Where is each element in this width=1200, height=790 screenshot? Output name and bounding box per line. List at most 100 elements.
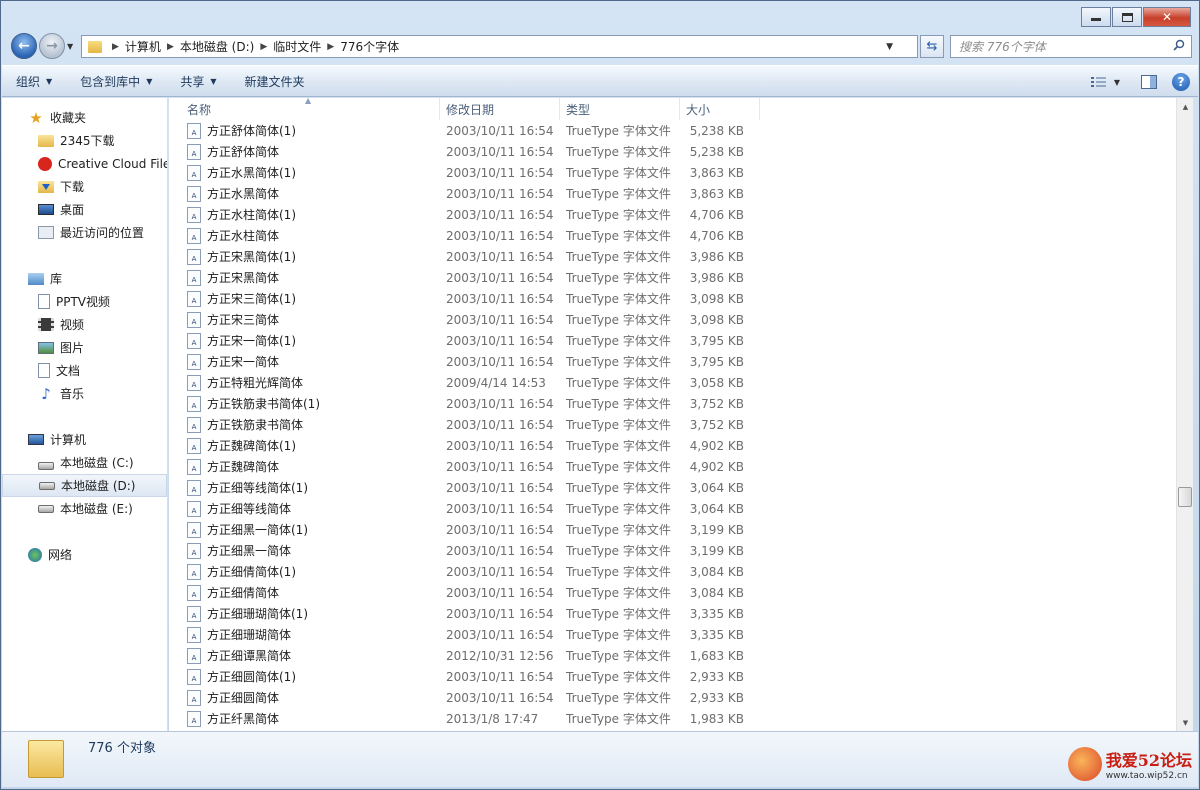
file-name-cell[interactable]: A 方正细等线简体(1)	[169, 479, 440, 496]
file-name-cell[interactable]: A 方正水柱简体	[169, 227, 440, 244]
scroll-up-icon[interactable]: ▲	[1177, 98, 1194, 115]
search-icon[interactable]	[1173, 39, 1185, 51]
file-row[interactable]: A 方正特粗光辉简体 2009/4/14 14:53 TrueType 字体文件 3,0…	[169, 372, 1176, 393]
file-name-cell[interactable]: A 方正宋三简体	[169, 311, 440, 328]
file-name-cell[interactable]: A 方正铁筋隶书简体(1)	[169, 395, 440, 412]
file-name-cell[interactable]: A 方正细倩简体	[169, 584, 440, 601]
nav-drive-c[interactable]: 本地磁盘 (C:)	[2, 451, 167, 474]
file-name-cell[interactable]: A 方正细等线简体	[169, 500, 440, 517]
nav-2345-downloads[interactable]: 2345下载	[2, 129, 167, 152]
file-row[interactable]: A 方正宋黑简体 2003/10/11 16:54 TrueType 字体文件 3,98…	[169, 267, 1176, 288]
nav-favorites[interactable]: ★ 收藏夹	[2, 106, 167, 129]
nav-videos[interactable]: 视频	[2, 313, 167, 336]
search-placeholder[interactable]: 搜索 776个字体	[959, 38, 1046, 55]
breadcrumb-separator-icon[interactable]: ▶	[327, 42, 334, 52]
scroll-down-icon[interactable]: ▼	[1177, 714, 1194, 731]
file-row[interactable]: A 方正水柱简体 2003/10/11 16:54 TrueType 字体文件 4,70…	[169, 225, 1176, 246]
refresh-button[interactable]: ⇆	[920, 35, 944, 58]
close-button[interactable]: ✕	[1143, 7, 1191, 27]
address-bar[interactable]: ▶ 计算机 ▶ 本地磁盘 (D:) ▶ 临时文件 ▶ 776个字体 ▼	[81, 35, 918, 58]
file-row[interactable]: A 方正细珊瑚简体(1) 2003/10/11 16:54 TrueType 字体文件…	[169, 603, 1176, 624]
file-row[interactable]: A 方正细等线简体 2003/10/11 16:54 TrueType 字体文件 3,0…	[169, 498, 1176, 519]
column-header-type[interactable]: 类型	[560, 98, 680, 120]
file-row[interactable]: A 方正铁筋隶书简体 2003/10/11 16:54 TrueType 字体文件 3,…	[169, 414, 1176, 435]
file-name-cell[interactable]: A 方正魏碑简体(1)	[169, 437, 440, 454]
file-row[interactable]: A 方正细圆简体(1) 2003/10/11 16:54 TrueType 字体文件 2…	[169, 666, 1176, 687]
breadcrumb-computer[interactable]: 计算机	[125, 38, 161, 55]
column-header-date[interactable]: 修改日期	[440, 98, 560, 120]
address-history-dropdown-icon[interactable]: ▼	[886, 42, 893, 52]
file-name-cell[interactable]: A 方正宋一简体(1)	[169, 332, 440, 349]
help-icon[interactable]: ?	[1172, 73, 1190, 91]
file-row[interactable]: A 方正宋一简体 2003/10/11 16:54 TrueType 字体文件 3,79…	[169, 351, 1176, 372]
file-row[interactable]: A 方正魏碑简体(1) 2003/10/11 16:54 TrueType 字体文件 4…	[169, 435, 1176, 456]
file-row[interactable]: A 方正细倩简体 2003/10/11 16:54 TrueType 字体文件 3,08…	[169, 582, 1176, 603]
share-menu[interactable]: 共享 ▼	[166, 69, 230, 93]
file-name-cell[interactable]: A 方正细谭黑简体	[169, 647, 440, 664]
nav-drive-d[interactable]: 本地磁盘 (D:)	[2, 474, 167, 497]
breadcrumb-separator-icon[interactable]: ▶	[260, 42, 267, 52]
breadcrumb-separator-icon[interactable]: ▶	[167, 42, 174, 52]
file-row[interactable]: A 方正纤黑简体 2013/1/8 17:47 TrueType 字体文件 1,983 …	[169, 708, 1176, 729]
forward-button[interactable]: →	[39, 33, 65, 59]
new-folder-button[interactable]: 新建文件夹	[231, 69, 319, 93]
file-row[interactable]: A 方正宋一简体(1) 2003/10/11 16:54 TrueType 字体文件 3…	[169, 330, 1176, 351]
file-row[interactable]: A 方正细黑一简体 2003/10/11 16:54 TrueType 字体文件 3,1…	[169, 540, 1176, 561]
file-name-cell[interactable]: A 方正特粗光辉简体	[169, 374, 440, 391]
column-header-size[interactable]: 大小	[680, 98, 760, 120]
file-name-cell[interactable]: A 方正细珊瑚简体	[169, 626, 440, 643]
nav-downloads[interactable]: 下载	[2, 175, 167, 198]
nav-music[interactable]: ♪ 音乐	[2, 382, 167, 405]
file-row[interactable]: A 方正舒体简体(1) 2003/10/11 16:54 TrueType 字体文件 5…	[169, 120, 1176, 141]
nav-computer[interactable]: 计算机	[2, 428, 167, 451]
file-row[interactable]: A 方正细等线简体(1) 2003/10/11 16:54 TrueType 字体文件…	[169, 477, 1176, 498]
file-row[interactable]: A 方正水黑简体(1) 2003/10/11 16:54 TrueType 字体文件 3…	[169, 162, 1176, 183]
nav-desktop[interactable]: 桌面	[2, 198, 167, 221]
organize-menu[interactable]: 组织 ▼	[2, 69, 66, 93]
file-name-cell[interactable]: A 方正水黑简体	[169, 185, 440, 202]
nav-recent-places[interactable]: 最近访问的位置	[2, 221, 167, 244]
file-name-cell[interactable]: A 方正细圆简体	[169, 689, 440, 706]
nav-drive-e[interactable]: 本地磁盘 (E:)	[2, 497, 167, 520]
file-row[interactable]: A 方正细圆简体 2003/10/11 16:54 TrueType 字体文件 2,93…	[169, 687, 1176, 708]
maximize-button[interactable]	[1112, 7, 1142, 27]
file-row[interactable]: A 方正细珊瑚简体 2003/10/11 16:54 TrueType 字体文件 3,3…	[169, 624, 1176, 645]
file-name-cell[interactable]: A 方正铁筋隶书简体	[169, 416, 440, 433]
nav-pictures[interactable]: 图片	[2, 336, 167, 359]
breadcrumb-drive-d[interactable]: 本地磁盘 (D:)	[180, 38, 254, 55]
file-row[interactable]: A 方正细倩简体(1) 2003/10/11 16:54 TrueType 字体文件 3…	[169, 561, 1176, 582]
file-row[interactable]: A 方正水黑简体 2003/10/11 16:54 TrueType 字体文件 3,86…	[169, 183, 1176, 204]
file-name-cell[interactable]: A 方正宋三简体(1)	[169, 290, 440, 307]
search-box[interactable]: 搜索 776个字体	[950, 35, 1192, 58]
recent-pages-dropdown[interactable]: ▼	[67, 42, 73, 51]
file-name-cell[interactable]: A 方正魏碑简体	[169, 458, 440, 475]
scrollbar-thumb[interactable]	[1178, 487, 1192, 507]
file-name-cell[interactable]: A 方正细倩简体(1)	[169, 563, 440, 580]
file-name-cell[interactable]: A 方正细黑一简体(1)	[169, 521, 440, 538]
nav-documents[interactable]: 文档	[2, 359, 167, 382]
file-row[interactable]: A 方正宋三简体 2003/10/11 16:54 TrueType 字体文件 3,09…	[169, 309, 1176, 330]
file-row[interactable]: A 方正铁筋隶书简体(1) 2003/10/11 16:54 TrueType 字体文…	[169, 393, 1176, 414]
breadcrumb-temp-files[interactable]: 临时文件	[273, 38, 321, 55]
file-name-cell[interactable]: A 方正舒体简体	[169, 143, 440, 160]
preview-pane-button[interactable]	[1134, 70, 1164, 94]
file-name-cell[interactable]: A 方正水柱简体(1)	[169, 206, 440, 223]
file-name-cell[interactable]: A 方正宋黑简体	[169, 269, 440, 286]
file-row[interactable]: A 方正细黑一简体(1) 2003/10/11 16:54 TrueType 字体文件…	[169, 519, 1176, 540]
file-name-cell[interactable]: A 方正细圆简体(1)	[169, 668, 440, 685]
file-row[interactable]: A 方正宋三简体(1) 2003/10/11 16:54 TrueType 字体文件 3…	[169, 288, 1176, 309]
file-name-cell[interactable]: A 方正宋一简体	[169, 353, 440, 370]
nav-creative-cloud-files[interactable]: Creative Cloud Files	[2, 152, 167, 175]
vertical-scrollbar[interactable]: ▲ ▼	[1176, 98, 1193, 731]
file-row[interactable]: A 方正细谭黑简体 2012/10/31 12:56 TrueType 字体文件 1,6…	[169, 645, 1176, 666]
file-name-cell[interactable]: A 方正细珊瑚简体(1)	[169, 605, 440, 622]
nav-libraries[interactable]: 库	[2, 267, 167, 290]
back-button[interactable]: ←	[11, 33, 37, 59]
file-name-cell[interactable]: A 方正舒体简体(1)	[169, 122, 440, 139]
view-dropdown-icon[interactable]: ▼	[1114, 78, 1120, 87]
file-name-cell[interactable]: A 方正细黑一简体	[169, 542, 440, 559]
file-name-cell[interactable]: A 方正宋黑简体(1)	[169, 248, 440, 265]
file-name-cell[interactable]: A 方正纤黑简体	[169, 710, 440, 727]
file-row[interactable]: A 方正魏碑简体 2003/10/11 16:54 TrueType 字体文件 4,90…	[169, 456, 1176, 477]
file-row[interactable]: A 方正舒体简体 2003/10/11 16:54 TrueType 字体文件 5,23…	[169, 141, 1176, 162]
